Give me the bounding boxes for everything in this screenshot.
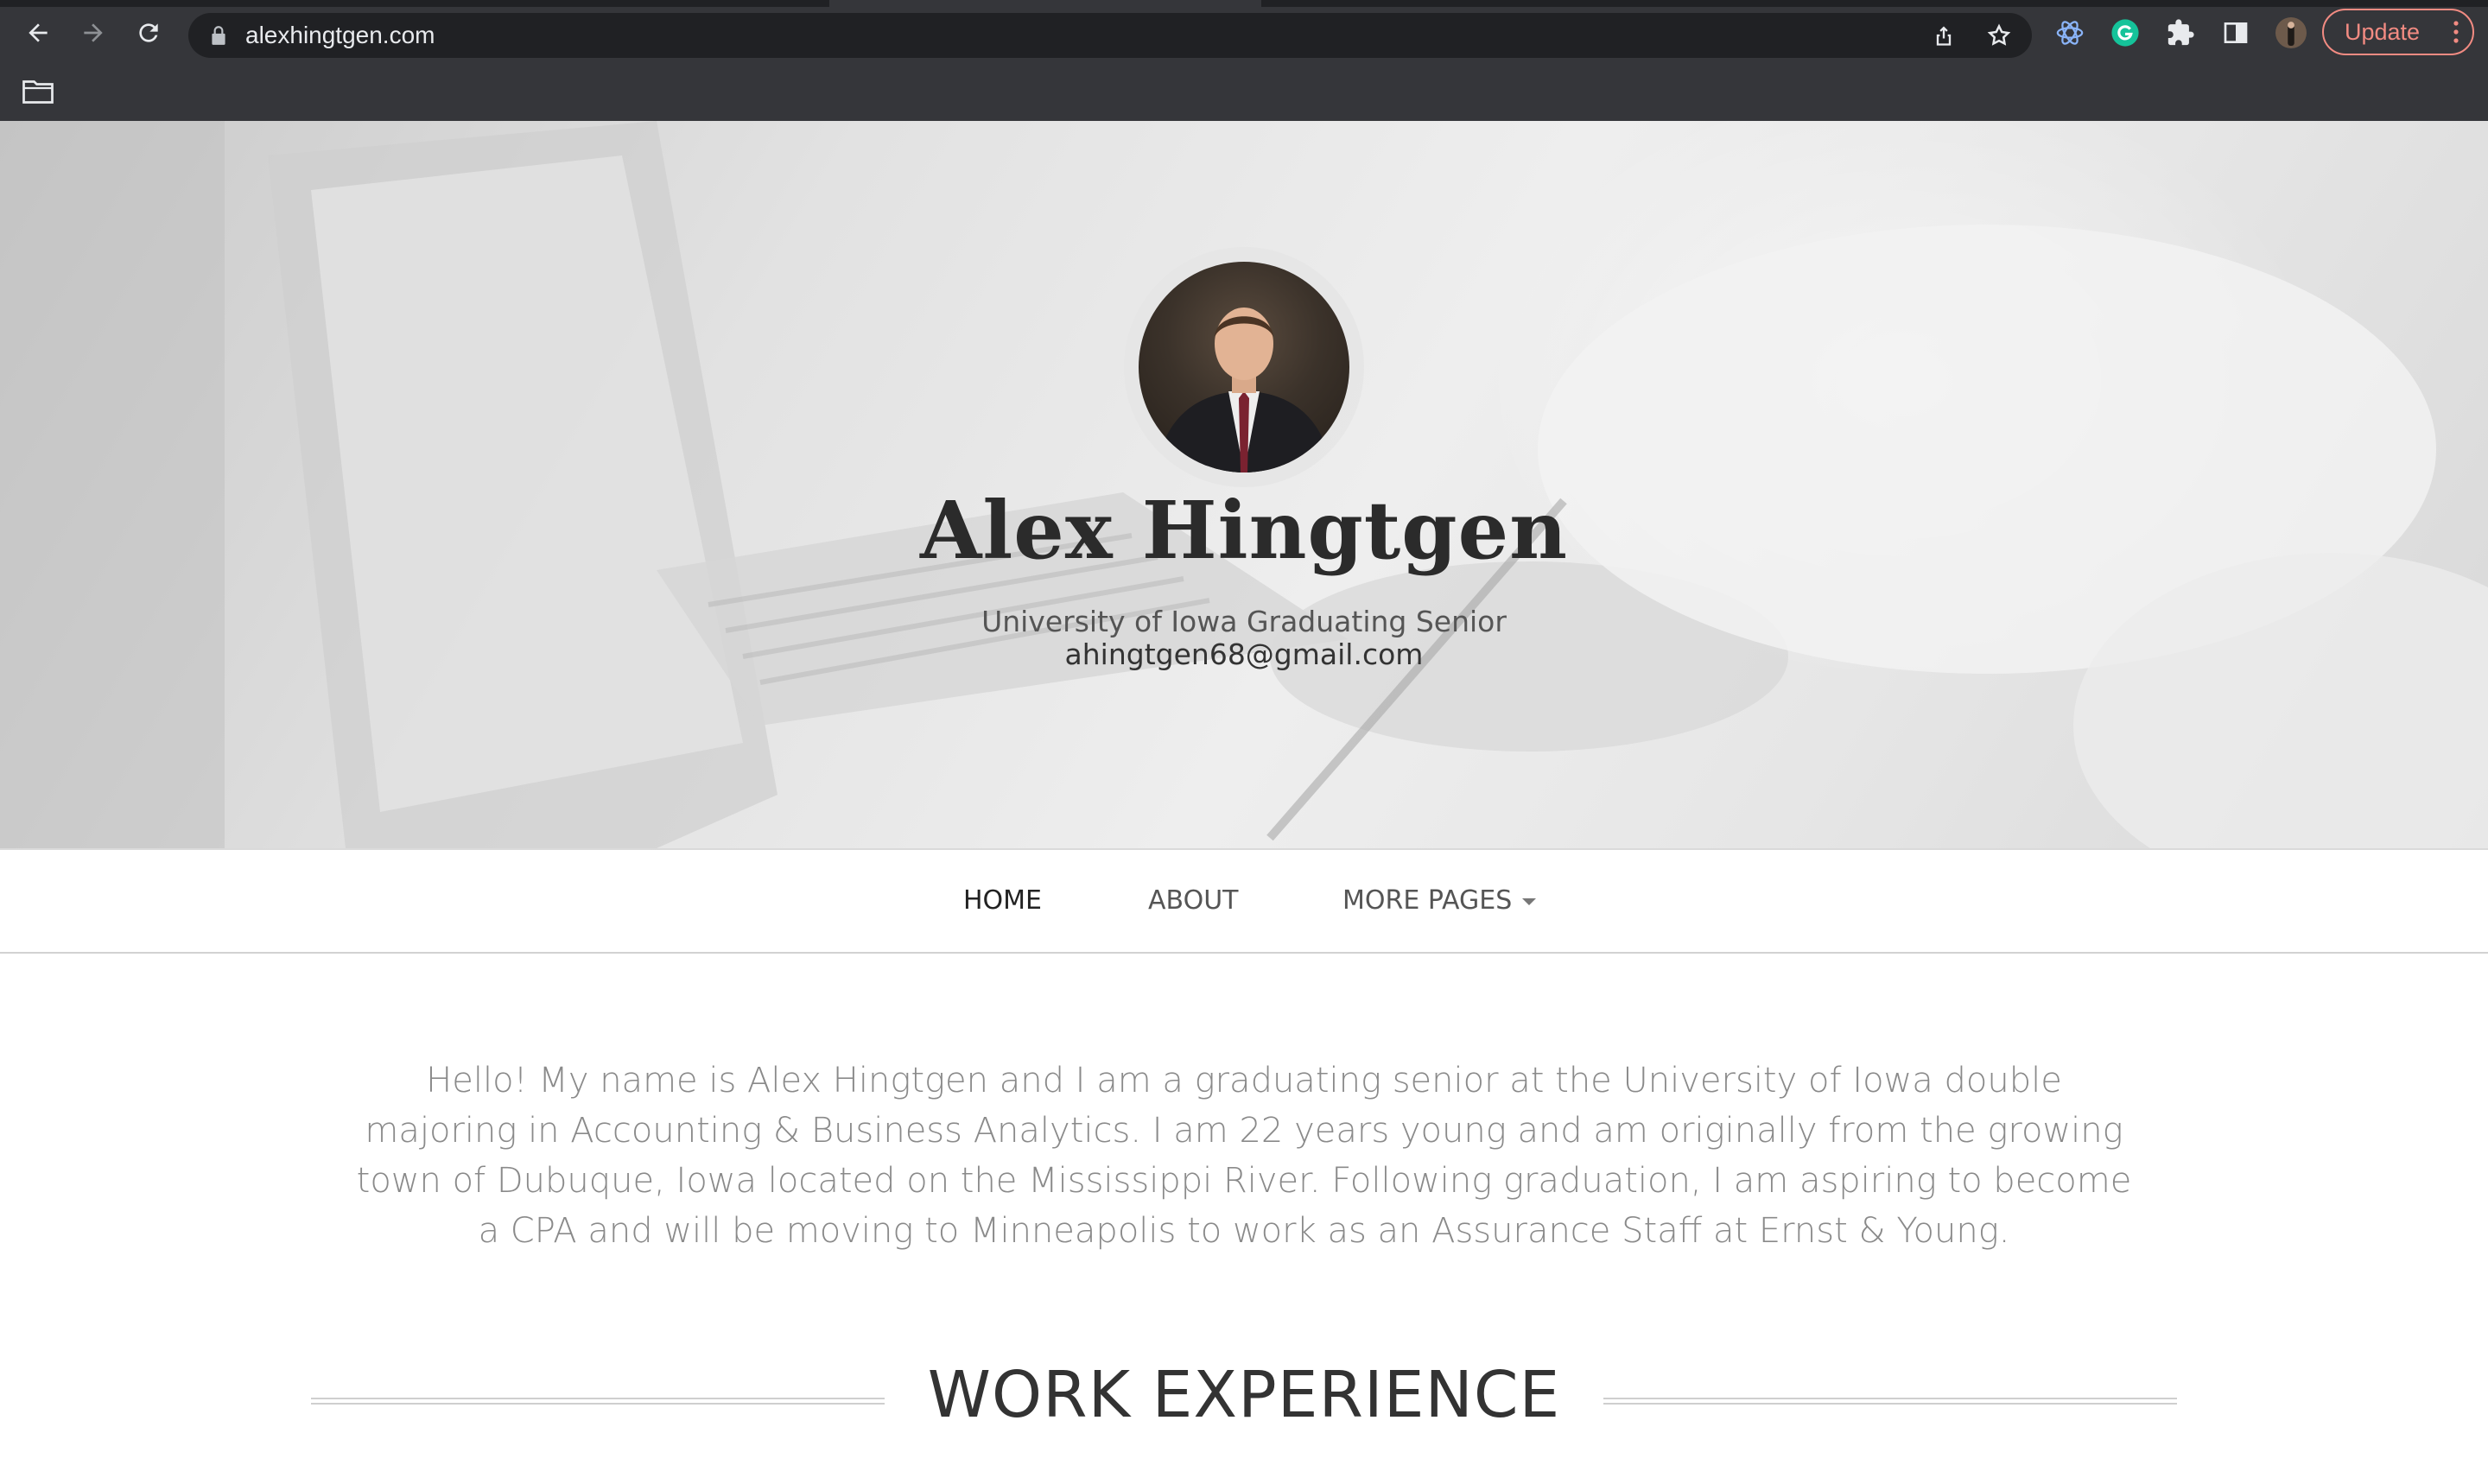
share-icon <box>1936 26 1952 46</box>
back-button[interactable] <box>21 16 55 50</box>
profile-photo <box>1139 262 1349 472</box>
side-panel-button[interactable] <box>2220 17 2251 48</box>
arrow-left-icon <box>29 23 48 42</box>
address-bar[interactable]: alexhingtgen.com <box>188 13 2032 58</box>
section-title-work-experience: WORK EXPERIENCE <box>927 1358 1561 1432</box>
caret-down-icon <box>1522 897 1537 905</box>
profile-avatar-icon <box>2275 17 2307 48</box>
reload-icon <box>139 23 158 42</box>
hero-name: Alex Hingtgen <box>919 484 1569 577</box>
hero-banner: Alex Hingtgen University of Iowa Graduat… <box>0 121 2488 848</box>
profile-photo-ring <box>1124 247 1364 487</box>
tab-strip <box>0 0 2488 7</box>
share-button[interactable] <box>1930 22 1958 49</box>
grammarly-icon <box>2111 19 2139 47</box>
grammarly-extension-button[interactable] <box>2110 17 2141 48</box>
star-icon <box>1987 23 2011 46</box>
hero-email[interactable]: ahingtgen68@gmail.com <box>0 637 2488 671</box>
nav-item-about[interactable]: ABOUT <box>1148 850 1238 952</box>
atom-extension-icon <box>2056 21 2084 45</box>
tab-strip-segment <box>829 0 1261 7</box>
nav-item-home[interactable]: HOME <box>963 850 1042 952</box>
update-button[interactable]: Update <box>2322 9 2474 55</box>
url-text[interactable]: alexhingtgen.com <box>245 13 435 58</box>
bookmark-star-button[interactable] <box>1985 22 2013 49</box>
reload-button[interactable] <box>131 16 166 50</box>
side-panel-icon <box>2224 22 2248 43</box>
folder-icon[interactable] <box>22 78 54 104</box>
profile-avatar-button[interactable] <box>2275 17 2307 48</box>
extension-button[interactable] <box>2054 17 2085 48</box>
intro-paragraph: Hello! My name is Alex Hingtgen and I am… <box>356 1061 2132 1251</box>
puzzle-icon <box>2167 19 2194 46</box>
browser-chrome: alexhingtgen.com Update <box>0 0 2488 121</box>
forward-button[interactable] <box>76 16 111 50</box>
lock-icon <box>212 26 225 45</box>
extensions-button[interactable] <box>2165 17 2196 48</box>
kebab-menu-icon <box>2453 21 2459 43</box>
update-label: Update <box>2345 18 2421 45</box>
hero-subtitle: University of Iowa Graduating Senior <box>981 605 1507 638</box>
site-navigation: HOME ABOUT MORE PAGES <box>0 848 2488 954</box>
nav-item-more-pages[interactable]: MORE PAGES <box>1342 850 1537 952</box>
nav-item-more-pages-label: MORE PAGES <box>1342 885 1513 916</box>
arrow-right-icon <box>84 23 103 42</box>
section-divider-right <box>1603 1398 2177 1405</box>
portrait-image <box>1156 308 1332 472</box>
